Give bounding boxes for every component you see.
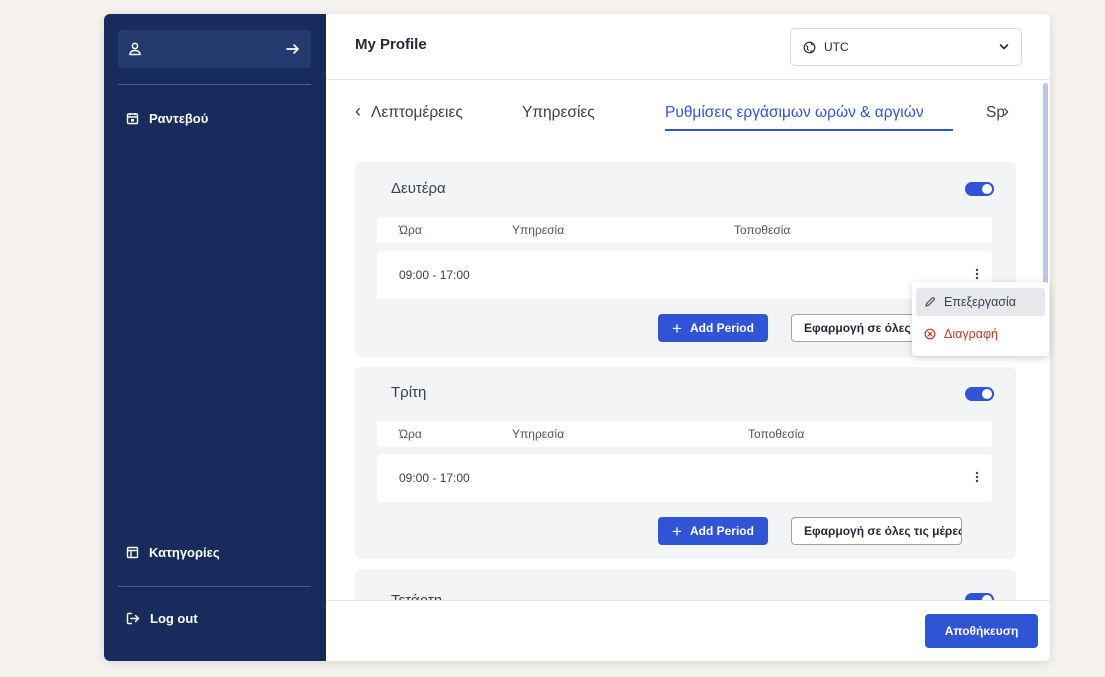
plus-icon: + xyxy=(672,521,682,541)
col-header-time: Ώρα xyxy=(399,223,422,237)
period-time: 09:00 - 17:00 xyxy=(399,268,470,282)
periods-table-header: Ώρα Υπηρεσία Τοποθεσία xyxy=(377,421,992,447)
tab-scroll-left-icon[interactable]: ‹ xyxy=(355,102,361,120)
sidebar-divider xyxy=(118,586,311,587)
day-title: Τετάρτη xyxy=(391,592,442,600)
period-context-menu: Επεξεργασία Διαγραφή xyxy=(912,282,1049,356)
calendar-icon xyxy=(126,113,139,125)
period-time: 09:00 - 17:00 xyxy=(399,471,470,485)
period-row: 09:00 - 17:00 xyxy=(377,454,992,502)
tab-bar: ‹ Λεπτομέρειες Υπηρεσίες Ρυθμίσεις εργάσ… xyxy=(355,81,1015,131)
pencil-icon xyxy=(925,297,935,307)
sidebar-item-label: Ραντεβού xyxy=(149,111,209,126)
chevron-down-icon xyxy=(999,44,1009,50)
app-window: Ραντεβού Κατηγορίες Log out My Profile U… xyxy=(104,14,1050,661)
tab-special[interactable]: Spec xyxy=(986,104,1004,122)
footer-bar: Αποθήκευση xyxy=(326,600,1050,661)
sidebar: Ραντεβού Κατηγορίες Log out xyxy=(104,14,326,661)
plus-icon: + xyxy=(672,318,682,338)
timezone-value: UTC xyxy=(824,40,849,54)
active-tab-indicator xyxy=(665,129,953,131)
apply-all-days-button[interactable]: Εφαρμογή σε όλες τις μέρες xyxy=(791,517,962,545)
sidebar-item-appointments[interactable]: Ραντεβού xyxy=(126,111,208,126)
add-period-label: Add Period xyxy=(689,321,754,335)
day-toggle[interactable] xyxy=(965,387,994,401)
day-toggle[interactable] xyxy=(965,593,994,600)
sidebar-item-logout[interactable]: Log out xyxy=(126,611,198,626)
col-header-location: Τοποθεσία xyxy=(748,427,805,441)
tab-details[interactable]: Λεπτομέρειες xyxy=(371,104,463,122)
sidebar-divider xyxy=(118,84,311,85)
more-vertical-icon[interactable] xyxy=(974,466,980,488)
day-toggle[interactable] xyxy=(965,182,994,196)
arrow-right-icon xyxy=(286,44,299,54)
day-title: Δευτέρα xyxy=(391,180,446,197)
user-account-button[interactable] xyxy=(118,30,311,68)
add-period-label: Add Period xyxy=(689,524,754,538)
sidebar-item-label: Κατηγορίες xyxy=(149,545,220,560)
day-card-tuesday: Τρίτη Ώρα Υπηρεσία Τοποθεσία 09:00 - 17:… xyxy=(355,367,1016,559)
periods-table-header: Ώρα Υπηρεσία Τοποθεσία xyxy=(377,217,992,243)
col-header-time: Ώρα xyxy=(399,427,422,441)
tab-services[interactable]: Υπηρεσίες xyxy=(522,104,595,122)
sidebar-item-label: Log out xyxy=(150,611,198,626)
add-period-button[interactable]: + Add Period xyxy=(658,314,768,342)
menu-item-delete[interactable]: Διαγραφή xyxy=(916,320,1045,348)
tab-scroll-right-icon[interactable]: › xyxy=(1003,102,1009,120)
top-bar: My Profile UTC xyxy=(326,14,1050,80)
menu-item-edit[interactable]: Επεξεργασία xyxy=(916,288,1045,316)
close-circle-icon xyxy=(924,328,936,340)
user-icon xyxy=(129,42,141,56)
page-title: My Profile xyxy=(355,36,427,53)
apply-all-days-label: Εφαρμογή σε όλες τις μέρες xyxy=(804,524,962,538)
add-period-button[interactable]: + Add Period xyxy=(658,517,768,545)
col-header-service: Υπηρεσία xyxy=(512,223,565,237)
tab-working-hours[interactable]: Ρυθμίσεις εργάσιμων ωρών & αργιών xyxy=(665,104,924,122)
timezone-select[interactable]: UTC xyxy=(790,28,1022,66)
toggle-knob xyxy=(982,184,992,194)
col-header-service: Υπηρεσία xyxy=(512,427,565,441)
toggle-knob xyxy=(982,389,992,399)
col-header-location: Τοποθεσία xyxy=(734,223,791,237)
menu-item-edit-label: Επεξεργασία xyxy=(944,295,1017,309)
period-row: 09:00 - 17:00 xyxy=(377,251,992,299)
menu-item-delete-label: Διαγραφή xyxy=(944,327,998,341)
globe-icon xyxy=(803,41,816,53)
layout-icon xyxy=(126,546,139,559)
save-button[interactable]: Αποθήκευση xyxy=(925,614,1038,648)
day-title: Τρίτη xyxy=(391,384,427,401)
day-card-wednesday: Τετάρτη xyxy=(355,569,1016,600)
sidebar-item-categories[interactable]: Κατηγορίες xyxy=(126,545,220,560)
scrollbar-thumb[interactable] xyxy=(1043,83,1048,288)
logout-icon xyxy=(126,612,140,625)
